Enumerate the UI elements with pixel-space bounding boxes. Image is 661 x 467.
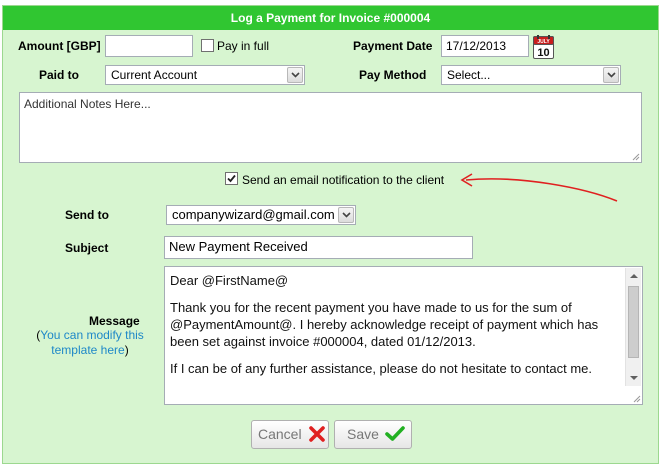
pay-method-value: Select... [447, 68, 491, 82]
pay-method-label: Pay Method [359, 68, 427, 82]
payment-dialog: Log a Payment for Invoice #000004 Amount… [2, 5, 659, 464]
send-to-label: Send to [65, 208, 109, 222]
pay-method-select[interactable]: Select... [441, 65, 621, 85]
pay-in-full-checkbox[interactable] [201, 39, 214, 52]
resize-grip-icon[interactable] [632, 394, 641, 403]
scrollbar-thumb[interactable] [628, 286, 639, 358]
subject-input[interactable]: New Payment Received [164, 236, 473, 259]
paid-to-label: Paid to [39, 68, 80, 82]
paid-to-value: Current Account [111, 68, 198, 82]
save-button-label: Save [347, 426, 379, 442]
checkmark-icon [385, 426, 405, 441]
additional-notes-placeholder: Additional Notes Here... [24, 97, 151, 111]
send-to-select[interactable]: companywizard@gmail.com [166, 205, 356, 225]
cancel-button[interactable]: Cancel [251, 420, 329, 449]
scroll-down-icon[interactable] [630, 374, 638, 382]
message-textarea[interactable]: Dear @FirstName@ Thank you for the recen… [164, 266, 643, 405]
additional-notes-textarea[interactable]: Additional Notes Here... [19, 92, 642, 163]
resize-grip-icon[interactable] [631, 152, 640, 161]
calendar-icon[interactable]: JULY 10 [533, 35, 554, 59]
chevron-down-icon [287, 67, 303, 83]
amount-label: Amount [GBP] [18, 39, 101, 53]
message-closing: If I can be of any further assistance, p… [170, 361, 593, 376]
email-notification-checkbox[interactable] [225, 172, 238, 185]
chevron-down-icon [603, 67, 619, 83]
scroll-up-icon[interactable] [630, 272, 638, 280]
subject-label: Subject [65, 241, 109, 255]
payment-date-label: Payment Date [353, 39, 433, 53]
pay-in-full-label: Pay in full [217, 39, 270, 53]
message-scrollbar[interactable] [625, 268, 641, 386]
hint-close-paren: ) [124, 343, 129, 357]
close-icon [309, 426, 325, 442]
calendar-month-text: JULY [537, 39, 550, 45]
cancel-button-label: Cancel [258, 426, 302, 442]
email-notification-label: Send an email notification to the client [242, 173, 445, 187]
save-button[interactable]: Save [334, 420, 412, 449]
message-template-hint: (You can modify this template here) [31, 328, 149, 358]
paid-to-select[interactable]: Current Account [105, 65, 305, 85]
dialog-title: Log a Payment for Invoice #000004 [3, 6, 658, 30]
chevron-down-icon [338, 207, 354, 223]
payment-date-input[interactable]: 17/12/2013 [441, 35, 529, 57]
amount-input[interactable] [105, 35, 193, 57]
checkmark-icon [227, 174, 236, 183]
message-greeting: Dear @FirstName@ [170, 273, 289, 288]
send-to-value: companywizard@gmail.com [172, 207, 335, 222]
message-paragraph: Thank you for the recent payment you hav… [170, 300, 599, 349]
message-label: Message [89, 314, 140, 328]
calendar-day-text: 10 [537, 47, 549, 59]
